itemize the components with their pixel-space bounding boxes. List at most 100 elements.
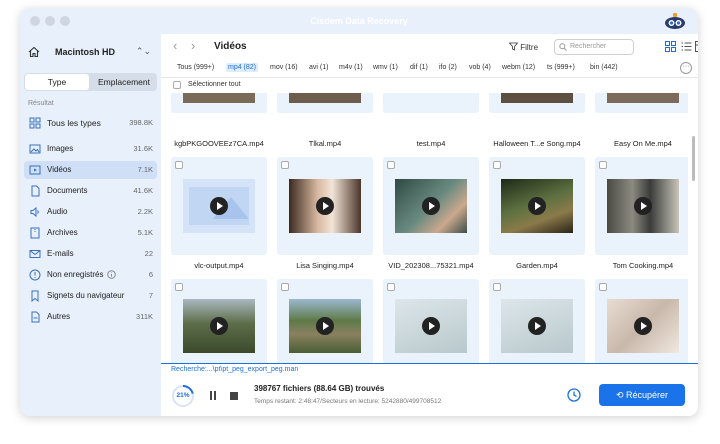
tab-mp4[interactable]: mp4 (82) xyxy=(226,63,259,72)
sidebar-item-audio[interactable]: Audio 2.2K xyxy=(24,203,157,221)
info-icon[interactable] xyxy=(107,270,116,279)
history-clock-icon[interactable] xyxy=(567,388,581,402)
file-checkbox[interactable] xyxy=(493,161,501,169)
tab-dif[interactable]: dif (1) xyxy=(410,64,428,71)
sidebar-item-label: Autres xyxy=(47,312,71,321)
tab-all[interactable]: Tous (999+) xyxy=(177,64,214,71)
file-card[interactable] xyxy=(489,93,585,113)
sidebar: Macintosh HD ⌃⌄ Type Emplacement Résulta… xyxy=(20,34,161,416)
filter-button[interactable]: Filtre xyxy=(508,42,538,52)
progress-ring: 21% xyxy=(171,384,195,408)
file-checkbox[interactable] xyxy=(599,161,607,169)
sidebar-item-label: Vidéos xyxy=(47,165,72,174)
sidebar-item-archives[interactable]: Archives 5.1K xyxy=(24,224,157,242)
tab-m4v[interactable]: m4v (1) xyxy=(339,64,363,71)
sidebar-item-documents[interactable]: Documents 41.6K xyxy=(24,182,157,200)
play-icon[interactable] xyxy=(210,317,228,335)
sidebar-item-count: 2.2K xyxy=(137,207,153,216)
file-card[interactable] xyxy=(595,93,688,113)
grid-view-icon[interactable] xyxy=(665,41,676,52)
audio-icon xyxy=(30,206,39,218)
detail-view-icon[interactable] xyxy=(695,41,698,52)
select-all-row: Sélectionner tout xyxy=(161,78,698,93)
play-icon[interactable] xyxy=(422,317,440,335)
play-icon[interactable] xyxy=(528,197,546,215)
tab-wmv[interactable]: wmv (1) xyxy=(373,64,398,71)
play-icon[interactable] xyxy=(210,197,228,215)
file-card[interactable] xyxy=(383,93,479,113)
sidebar-item-count: 6 xyxy=(148,270,153,279)
file-card[interactable] xyxy=(171,93,267,113)
tab-ts[interactable]: ts (999+) xyxy=(547,64,575,71)
file-checkbox[interactable] xyxy=(281,283,289,291)
file-name: Tom Cooking.mp4 xyxy=(612,261,674,270)
file-checkbox[interactable] xyxy=(281,161,289,169)
file-checkbox[interactable] xyxy=(599,283,607,291)
sidebar-item-emails[interactable]: E-mails 22 xyxy=(24,245,157,263)
file-card[interactable] xyxy=(595,279,688,363)
sidebar-item-label: Signets du navigateur xyxy=(47,291,125,300)
back-button[interactable]: ‹ xyxy=(173,39,177,53)
play-icon[interactable] xyxy=(316,197,334,215)
file-card[interactable] xyxy=(383,157,479,255)
file-checkbox[interactable] xyxy=(175,161,183,169)
file-card[interactable] xyxy=(171,157,267,255)
file-checkbox[interactable] xyxy=(175,283,183,291)
recover-button[interactable]: ⟲ Récupérer xyxy=(599,384,685,406)
play-icon[interactable] xyxy=(422,197,440,215)
sidebar-item-bookmarks[interactable]: Signets du navigateur 7 xyxy=(24,287,157,305)
file-name: Tlkal.mp4 xyxy=(308,139,342,148)
tab-mov[interactable]: mov (16) xyxy=(270,64,298,71)
file-card[interactable] xyxy=(277,279,373,363)
more-options-icon[interactable]: ··· xyxy=(680,62,692,74)
search-placeholder: Rechercher xyxy=(570,43,607,50)
file-card[interactable] xyxy=(489,279,585,363)
sidebar-item-others[interactable]: Autres 311K xyxy=(24,308,157,326)
drive-selector[interactable]: Macintosh HD ⌃⌄ xyxy=(28,46,153,60)
file-checkbox[interactable] xyxy=(493,283,501,291)
play-icon[interactable] xyxy=(634,317,652,335)
file-card[interactable] xyxy=(277,157,373,255)
play-icon[interactable] xyxy=(528,317,546,335)
play-icon[interactable] xyxy=(316,317,334,335)
tab-avi[interactable]: avi (1) xyxy=(309,64,328,71)
sidebar-item-label: Tous les types xyxy=(47,118,101,128)
tab-bin[interactable]: bin (442) xyxy=(590,64,618,71)
search-input[interactable]: Rechercher xyxy=(554,39,634,55)
video-thumbnail xyxy=(501,93,573,103)
robot-mascot-icon[interactable] xyxy=(664,12,686,30)
file-card[interactable] xyxy=(277,93,373,113)
play-icon[interactable] xyxy=(634,197,652,215)
stop-button[interactable] xyxy=(230,392,238,400)
video-thumbnail xyxy=(183,299,255,353)
pause-button[interactable] xyxy=(209,391,217,400)
sidebar-item-label: Documents xyxy=(47,186,88,195)
file-card[interactable] xyxy=(489,157,585,255)
video-thumbnail xyxy=(183,93,255,103)
home-icon xyxy=(28,46,40,58)
file-name: kgbPKGOOVEEz7CA.mp4 xyxy=(174,139,264,148)
app-title: Cisdem Data Recovery xyxy=(310,16,408,26)
tab-webm[interactable]: webm (12) xyxy=(502,64,535,71)
forward-button[interactable]: › xyxy=(191,39,195,53)
list-view-icon[interactable] xyxy=(681,41,692,52)
select-all-label: Sélectionner tout xyxy=(188,81,241,88)
file-checkbox[interactable] xyxy=(387,283,395,291)
tab-ifo[interactable]: ifo (2) xyxy=(439,64,457,71)
file-card[interactable] xyxy=(383,279,479,363)
file-card[interactable] xyxy=(595,157,688,255)
file-name: Easy On Me.mp4 xyxy=(614,139,672,148)
file-card[interactable] xyxy=(171,279,267,363)
tab-vob[interactable]: vob (4) xyxy=(469,64,491,71)
select-all-checkbox[interactable] xyxy=(173,81,181,89)
sidebar-item-unsaved[interactable]: Non enregistrés 6 xyxy=(24,266,157,284)
segment-type[interactable]: Type xyxy=(25,74,89,90)
sidebar-item-count: 311K xyxy=(136,312,153,321)
sidebar-item-images[interactable]: Images 31.6K xyxy=(24,140,157,158)
sidebar-item-all-types[interactable]: Tous les types 398.8K xyxy=(24,114,157,132)
file-name: Halloween T...e Song.mp4 xyxy=(493,139,581,148)
sidebar-item-videos[interactable]: Vidéos 7.1K xyxy=(24,161,157,179)
file-checkbox[interactable] xyxy=(387,161,395,169)
segment-location[interactable]: Emplacement xyxy=(91,73,157,91)
grid-scrollbar[interactable] xyxy=(692,136,695,181)
